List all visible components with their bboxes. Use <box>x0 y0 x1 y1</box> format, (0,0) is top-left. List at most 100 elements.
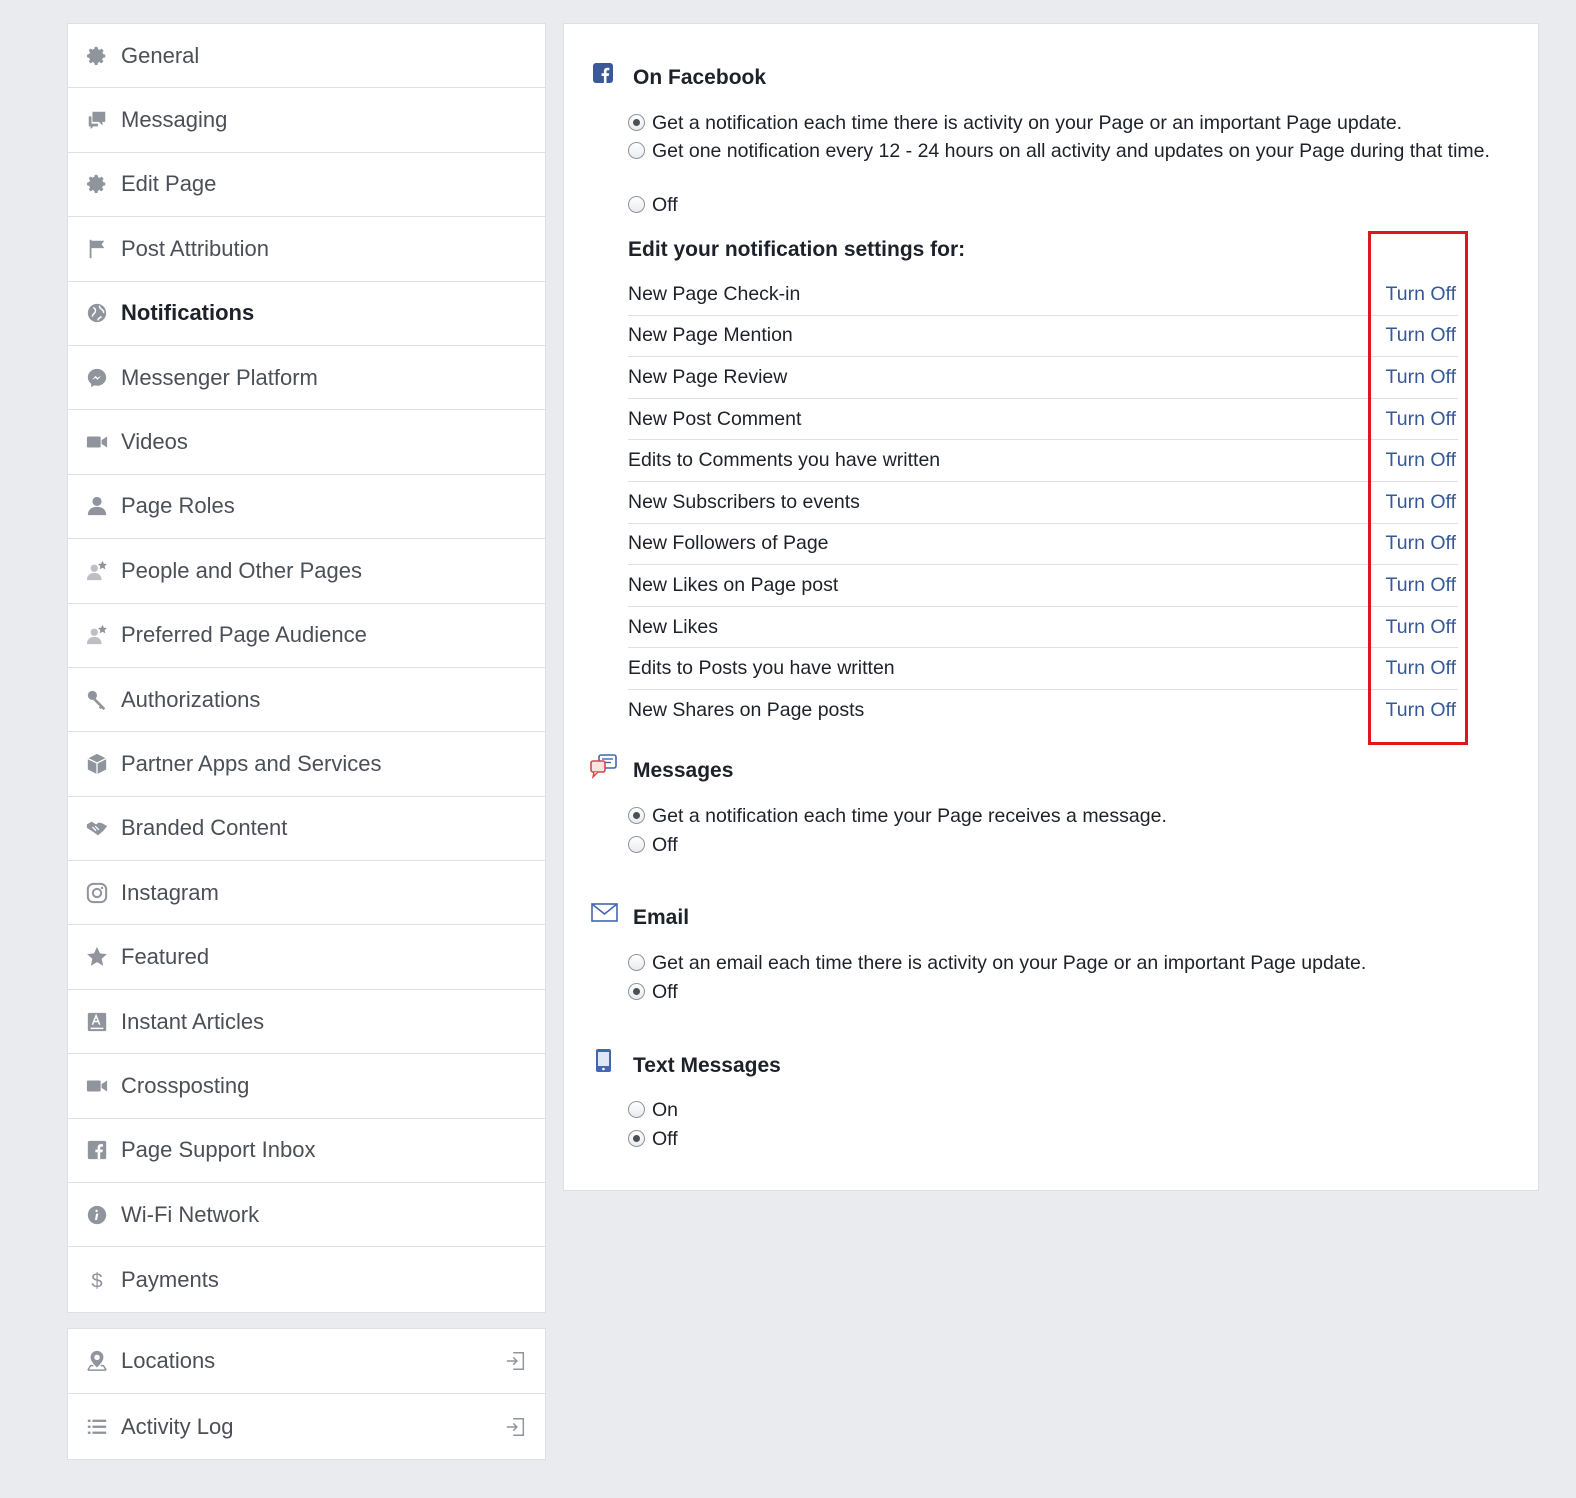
sidebar-item-label: Branded Content <box>121 815 288 841</box>
cube-icon <box>85 752 109 776</box>
phone-icon <box>596 1049 611 1072</box>
video-icon <box>85 430 109 454</box>
turn-off-link[interactable]: Turn Off <box>1386 449 1456 472</box>
notification-setting-label: New Subscribers to events <box>628 490 860 513</box>
radio-button[interactable] <box>628 807 645 824</box>
star-icon <box>85 945 109 969</box>
sidebar-item-label: Wi-Fi Network <box>121 1201 260 1227</box>
sidebar-item-locations[interactable]: Locations <box>68 1329 545 1394</box>
turn-off-link[interactable]: Turn Off <box>1386 532 1456 555</box>
notification-setting-row: New Subscribers to events Turn Off <box>628 482 1458 524</box>
radio-button[interactable] <box>628 114 645 131</box>
notification-setting-label: New Post Comment <box>628 407 802 430</box>
sidebar-item-featured[interactable]: Featured <box>68 925 545 990</box>
notification-setting-row: Edits to Comments you have written Turn O… <box>628 440 1458 482</box>
notification-setting-row: New Page Check-in Turn Off <box>628 274 1458 316</box>
notification-setting-label: New Page Review <box>628 365 788 388</box>
sidebar-item-partner-apps-and-services[interactable]: Partner Apps and Services <box>68 732 545 797</box>
notification-setting-label: New Likes <box>628 615 718 638</box>
messages-option-off[interactable]: Off <box>628 832 1508 858</box>
on-facebook-option-each[interactable]: Get a notification each time there is ac… <box>628 110 1508 136</box>
open-external-icon <box>505 1350 527 1372</box>
sidebar-item-activity-log[interactable]: Activity Log <box>68 1394 545 1459</box>
sidebar-item-general[interactable]: General <box>68 24 545 89</box>
notification-setting-label: New Likes on Page post <box>628 573 839 596</box>
sidebar-item-notifications[interactable]: Notifications <box>68 282 545 346</box>
sidebar-item-videos[interactable]: Videos <box>68 410 545 475</box>
sidebar-item-label: Partner Apps and Services <box>121 750 382 776</box>
sidebar-item-label: Authorizations <box>121 686 261 712</box>
turn-off-link[interactable]: Turn Off <box>1386 491 1456 514</box>
on-facebook-option-digest[interactable]: Get one notification every 12 - 24 hours… <box>628 138 1508 164</box>
sidebar-item-label: Locations <box>121 1348 216 1373</box>
notification-settings-list: New Page Check-in Turn Off New Page Mentio… <box>628 274 1458 732</box>
turn-off-link[interactable]: Turn Off <box>1386 408 1456 431</box>
sidebar-item-label: Notifications <box>121 300 255 326</box>
text-messages-option-off[interactable]: Off <box>628 1126 1508 1152</box>
email-title: Email <box>633 906 690 929</box>
radio-button[interactable] <box>628 196 645 213</box>
gear-icon <box>85 172 109 196</box>
sidebar-item-preferred-page-audience[interactable]: Preferred Page Audience <box>68 604 545 668</box>
sidebar-item-authorizations[interactable]: Authorizations <box>68 668 545 733</box>
email-option-off[interactable]: Off <box>628 979 1508 1005</box>
info-icon <box>85 1203 109 1227</box>
facebook-icon <box>85 1138 109 1162</box>
radio-button[interactable] <box>628 142 645 159</box>
turn-off-link[interactable]: Turn Off <box>1386 283 1456 306</box>
email-option-each[interactable]: Get an email each time there is activity… <box>628 950 1508 976</box>
radio-button[interactable] <box>628 983 645 1000</box>
turn-off-link[interactable]: Turn Off <box>1386 366 1456 389</box>
turn-off-link[interactable]: Turn Off <box>1386 699 1456 722</box>
text-messages-title: Text Messages <box>633 1054 781 1077</box>
on-facebook-title: On Facebook <box>633 66 767 89</box>
notification-setting-row: New Page Review Turn Off <box>628 357 1458 399</box>
list-icon <box>85 1415 109 1439</box>
sidebar-item-edit-page[interactable]: Edit Page <box>68 153 545 218</box>
notification-setting-row: Edits to Posts you have written Turn Off <box>628 648 1458 690</box>
sidebar-item-payments[interactable]: $ Payments <box>68 1247 545 1311</box>
envelope-icon <box>591 903 618 922</box>
radio-button[interactable] <box>628 954 645 971</box>
notification-setting-label: New Page Mention <box>628 324 793 347</box>
sidebar-item-label: Page Roles <box>121 493 235 519</box>
sidebar-item-page-roles[interactable]: Page Roles <box>68 475 545 540</box>
person-star-icon <box>85 559 109 583</box>
notification-setting-label: New Page Check-in <box>628 282 801 305</box>
sidebar-item-page-support-inbox[interactable]: Page Support Inbox <box>68 1119 545 1184</box>
sidebar-item-messaging[interactable]: Messaging <box>68 88 545 153</box>
text-messages-option-on[interactable]: On <box>628 1097 1508 1123</box>
sidebar-item-instagram[interactable]: Instagram <box>68 861 545 926</box>
radio-button[interactable] <box>628 1101 645 1118</box>
sidebar-item-messenger-platform[interactable]: Messenger Platform <box>68 346 545 411</box>
sidebar-item-instant-articles[interactable]: Instant Articles <box>68 990 545 1055</box>
sidebar-item-branded-content[interactable]: Branded Content <box>68 797 545 862</box>
messages-option-each[interactable]: Get a notification each time your Page r… <box>628 803 1508 829</box>
location-icon <box>85 1349 109 1373</box>
settings-sidebar-secondary: Locations Activity Log <box>67 1328 546 1460</box>
notification-setting-label: New Shares on Page posts <box>628 699 865 722</box>
on-facebook-option-off[interactable]: Off <box>628 192 1508 218</box>
messenger-icon <box>85 366 109 390</box>
turn-off-link[interactable]: Turn Off <box>1386 324 1456 347</box>
sidebar-item-post-attribution[interactable]: Post Attribution <box>68 217 545 282</box>
sidebar-item-label: Instant Articles <box>121 1008 265 1034</box>
radio-button[interactable] <box>628 1130 645 1147</box>
edit-settings-heading: Edit your notification settings for: <box>628 238 966 261</box>
radio-button[interactable] <box>628 836 645 853</box>
notification-setting-label: Edits to Posts you have written <box>628 657 895 680</box>
sidebar-item-label: Payments <box>121 1266 219 1292</box>
notification-setting-row: New Followers of Page Turn Off <box>628 524 1458 566</box>
open-external-icon <box>505 1416 527 1438</box>
sidebar-item-people-and-other-pages[interactable]: People and Other Pages <box>68 539 545 604</box>
sidebar-item-wi-fi-network[interactable]: Wi-Fi Network <box>68 1183 545 1248</box>
person-star-icon <box>85 623 109 647</box>
flag-icon <box>85 237 109 261</box>
turn-off-link[interactable]: Turn Off <box>1386 616 1456 639</box>
turn-off-link[interactable]: Turn Off <box>1386 657 1456 680</box>
sidebar-item-label: Messaging <box>121 107 228 133</box>
turn-off-link[interactable]: Turn Off <box>1386 574 1456 597</box>
person-icon <box>85 494 109 518</box>
gear-icon <box>85 44 109 68</box>
sidebar-item-crossposting[interactable]: Crossposting <box>68 1054 545 1119</box>
